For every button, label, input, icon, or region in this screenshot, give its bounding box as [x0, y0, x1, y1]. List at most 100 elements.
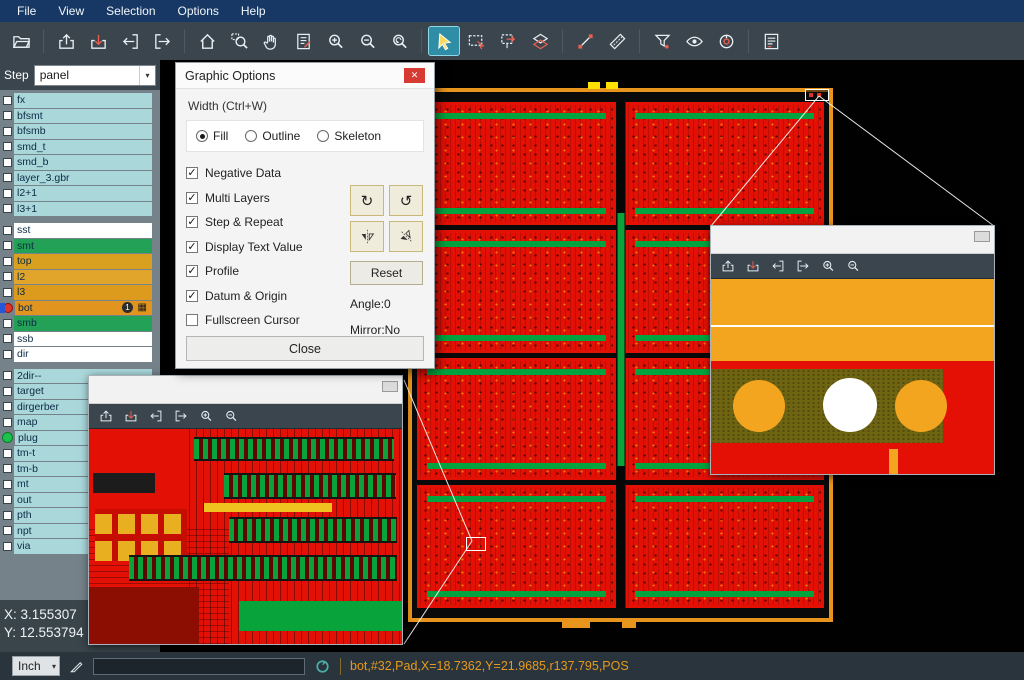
layer-name[interactable]: smt [14, 239, 152, 254]
window-select-button[interactable] [461, 27, 491, 55]
import-button[interactable] [769, 257, 787, 275]
layer-row[interactable]: layer_3.gbr [0, 171, 152, 186]
layer-row[interactable]: ssb [0, 332, 152, 347]
report-button[interactable] [756, 27, 786, 55]
radio-option[interactable]: Fill [196, 129, 228, 143]
layer-visibility-checkbox[interactable] [3, 111, 12, 120]
magnified-pcb-view[interactable] [711, 279, 994, 474]
magnifier-window-bottom-left[interactable] [88, 375, 403, 645]
layer-row[interactable]: sst [0, 223, 152, 238]
layer-visibility-checkbox[interactable] [3, 371, 12, 380]
document-edit-button[interactable] [288, 27, 318, 55]
layer-name[interactable]: sst [14, 223, 152, 238]
dialog-checkbox[interactable]: Display Text Value [186, 239, 348, 255]
menu-file[interactable]: File [6, 0, 47, 22]
layer-visibility-checkbox[interactable] [3, 96, 12, 105]
zoom-in-button[interactable] [197, 407, 215, 425]
layer-name[interactable]: l3 [14, 285, 152, 300]
layer-visibility-checkbox[interactable] [3, 402, 12, 411]
import-button[interactable] [115, 27, 145, 55]
layer-visibility-checkbox[interactable] [3, 387, 12, 396]
layer-name[interactable]: smb [14, 316, 152, 331]
menu-help[interactable]: Help [230, 0, 277, 22]
layer-row[interactable]: dir [0, 347, 152, 362]
layer-visibility-checkbox[interactable] [3, 495, 12, 504]
unit-combo[interactable]: Inch [12, 656, 60, 676]
output-bottom-button[interactable] [744, 257, 762, 275]
dialog-checkbox[interactable]: Negative Data [186, 165, 348, 181]
ruler-button[interactable] [602, 27, 632, 55]
dialog-checkbox[interactable]: Fullscreen Cursor [186, 312, 348, 328]
export-button[interactable] [172, 407, 190, 425]
net-search-button[interactable] [711, 27, 741, 55]
layer-visibility-checkbox[interactable] [3, 464, 12, 473]
magnified-pcb-view[interactable] [89, 429, 402, 644]
checkbox-box[interactable] [186, 192, 198, 204]
output-top-button[interactable] [51, 27, 81, 55]
checkbox-box[interactable] [186, 265, 198, 277]
dialog-title-bar[interactable]: Graphic Options [176, 63, 434, 89]
layer-visibility-checkbox[interactable] [3, 257, 12, 266]
layer-row[interactable]: bfsmt [0, 109, 152, 124]
layer-visibility-checkbox[interactable] [3, 334, 12, 343]
layer-visibility-checkbox[interactable] [3, 204, 12, 213]
layer-row[interactable]: l3+1 [0, 202, 152, 217]
checkbox-box[interactable] [186, 241, 198, 253]
checkbox-box[interactable] [186, 314, 198, 326]
layer-visibility-checkbox[interactable] [3, 350, 12, 359]
layer-row[interactable]: l2 [0, 270, 152, 285]
layer-visibility-checkbox[interactable] [2, 432, 13, 443]
checkbox-box[interactable] [186, 167, 198, 179]
filter-button[interactable] [647, 27, 677, 55]
layer-row[interactable]: fx [0, 93, 152, 108]
layer-name[interactable]: l2 [14, 270, 152, 285]
layer-name[interactable]: dir [14, 347, 152, 362]
layer-row[interactable]: bfsmb [0, 124, 152, 139]
layer-row[interactable]: l2+1 [0, 186, 152, 201]
layer-name[interactable]: smd_t [14, 140, 152, 155]
magnifier-title-bar[interactable] [711, 226, 994, 254]
close-button[interactable]: Close [186, 336, 424, 361]
draw-corner-icon[interactable] [69, 659, 84, 674]
output-top-button[interactable] [719, 257, 737, 275]
magnifier-window-right[interactable] [710, 225, 995, 475]
dialog-checkbox[interactable]: Step & Repeat [186, 214, 348, 230]
zoom-previous-button[interactable] [384, 27, 414, 55]
radio-circle[interactable] [317, 130, 329, 142]
layer-visibility-checkbox[interactable] [3, 158, 12, 167]
layer-row[interactable]: smb [0, 316, 152, 331]
reset-button[interactable]: Reset [350, 261, 423, 285]
layer-name[interactable]: ssb [14, 332, 152, 347]
menu-view[interactable]: View [47, 0, 95, 22]
layer-name[interactable]: l3+1 [14, 202, 152, 217]
layer-visibility-checkbox[interactable] [3, 303, 13, 313]
layer-row[interactable]: smd_t [0, 140, 152, 155]
layer-visibility-checkbox[interactable] [3, 480, 12, 489]
home-view-button[interactable] [192, 27, 222, 55]
layer-visibility-checkbox[interactable] [3, 511, 12, 520]
import-button[interactable] [147, 407, 165, 425]
mirror-diagonal-button[interactable] [389, 221, 423, 252]
layer-name[interactable]: l2+1 [14, 186, 152, 201]
layer-visibility-checkbox[interactable] [3, 127, 12, 136]
radio-circle[interactable] [196, 130, 208, 142]
refresh-icon[interactable] [314, 658, 331, 675]
output-bottom-button[interactable] [83, 27, 113, 55]
layer-visibility-checkbox[interactable] [3, 226, 12, 235]
rotate-ccw-button[interactable] [389, 185, 423, 216]
layer-name[interactable]: bfsmt [14, 109, 152, 124]
command-input[interactable] [93, 658, 305, 675]
dialog-checkbox[interactable]: Multi Layers [186, 190, 348, 206]
measure-line-button[interactable] [570, 27, 600, 55]
export-button[interactable] [147, 27, 177, 55]
output-top-button[interactable] [97, 407, 115, 425]
view-options-button[interactable] [679, 27, 709, 55]
layer-name[interactable]: fx [14, 93, 152, 108]
window-restore-icon[interactable] [382, 381, 398, 392]
radio-circle[interactable] [245, 130, 257, 142]
layer-visibility-checkbox[interactable] [3, 288, 12, 297]
layer-visibility-checkbox[interactable] [3, 189, 12, 198]
window-restore-icon[interactable] [974, 231, 990, 242]
menu-options[interactable]: Options [167, 0, 230, 22]
layer-row[interactable]: smd_b [0, 155, 152, 170]
